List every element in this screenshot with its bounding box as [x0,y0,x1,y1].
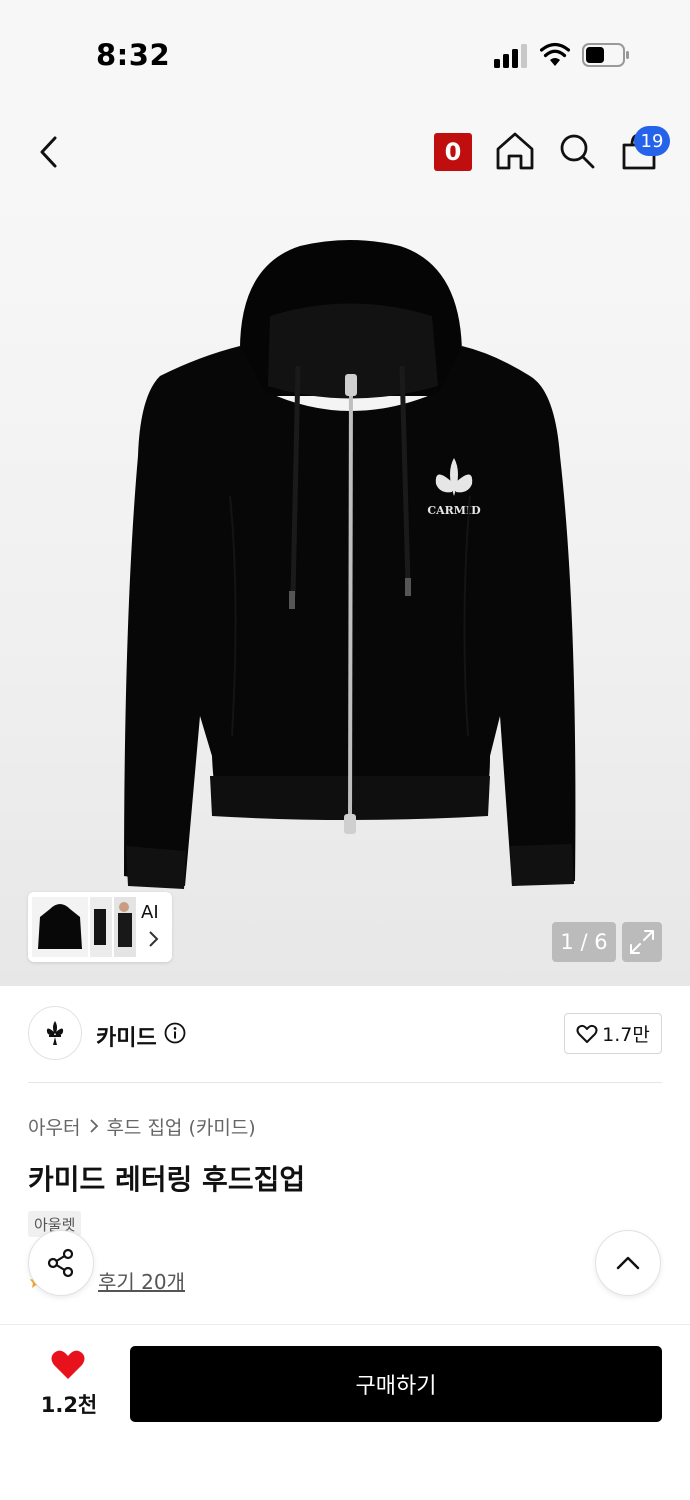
heart-outline-icon [576,1024,598,1043]
review-count-link[interactable]: 후기 20개 [98,1266,185,1295]
status-time: 8:32 [96,38,171,72]
brand-name[interactable]: 카미드 [96,1020,157,1052]
heart-icon [51,1350,85,1379]
wishlist-button[interactable]: 1.2천 [30,1349,108,1419]
search-icon[interactable] [556,130,598,172]
cellular-signal-icon [494,44,527,68]
wifi-icon [540,42,570,66]
ai-thumbnail-strip [32,897,136,957]
brand-logo[interactable] [28,1006,82,1060]
chevron-right-icon [149,931,159,947]
expand-icon[interactable] [622,922,662,962]
brand-badge-button[interactable]: 0 [434,133,472,171]
home-icon[interactable] [494,130,536,172]
chevron-up-icon [616,1256,640,1270]
share-icon [47,1248,74,1278]
info-icon[interactable] [164,1022,186,1044]
product-image-gallery[interactable]: CARMID AI 1 / 6 [0,196,690,986]
brand-like-count: 1.7만 [602,1024,650,1046]
breadcrumb: 아우터 후드 집업 (카미드) [28,1112,256,1140]
top-navigation: 0 [0,110,690,196]
brand-like-button[interactable]: 1.7만 [564,1013,662,1054]
product-hoodie-image[interactable]: CARMID [0,196,690,986]
fleur-de-lis-icon [46,1021,64,1045]
scroll-to-top-button[interactable] [595,1230,661,1296]
brand-row: 카미드 1.7만 [28,1006,662,1062]
ai-styling-card[interactable]: AI [28,892,172,962]
wishlist-count: 1.2천 [40,1393,98,1417]
chevron-right-icon [90,1119,99,1133]
buy-button[interactable]: 구매하기 [130,1346,662,1422]
garment-logo-text: CARMID [427,504,481,517]
product-title: 카미드 레터링 후드집업 [28,1163,306,1196]
battery-icon [582,43,629,67]
cart-count-badge: 19 [634,126,670,156]
breadcrumb-category[interactable]: 아우터 [28,1113,80,1140]
breadcrumb-subcategory[interactable]: 후드 집업 (카미드) [106,1113,255,1140]
chevron-left-icon[interactable] [30,130,70,174]
status-bar: 8:32 [0,0,690,110]
share-button[interactable] [28,1230,94,1296]
image-page-indicator: 1 / 6 [552,922,616,962]
ai-label: AI [141,902,159,923]
bottom-action-bar: 1.2천 구매하기 [0,1324,690,1500]
divider [28,1082,662,1083]
